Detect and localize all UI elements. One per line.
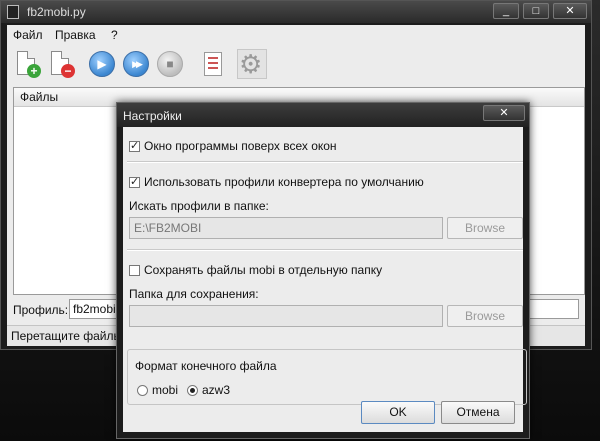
dialog-close-button[interactable]: ✕ [483,105,525,121]
fast-forward-icon: ▶▶ [123,51,149,77]
log-report-icon [204,52,222,76]
menu-help[interactable]: ? [111,28,118,42]
menu-edit[interactable]: Правка [55,28,96,42]
maximize-button[interactable]: □ [523,3,549,19]
radio-azw3[interactable] [187,384,198,396]
save-folder-input[interactable] [129,305,443,327]
ok-button[interactable]: OK [361,401,435,424]
app-icon [7,5,19,19]
save-browse-button[interactable]: Browse [447,305,523,327]
menubar: Файл Правка ? [7,25,585,45]
always-on-top-checkbox[interactable]: ✓ Окно программы поверх всех окон [129,139,337,153]
dialog-body: ✓ Окно программы поверх всех окон ✓ Испо… [123,127,527,432]
checkbox-use-default-profiles[interactable]: ✓ [129,176,140,188]
radio-mobi[interactable] [137,384,148,396]
plus-badge-icon: + [27,64,41,78]
cancel-button[interactable]: Отмена [441,401,515,424]
format-mobi-label: mobi [152,383,179,397]
format-mobi-radio[interactable]: mobi [137,383,178,397]
gear-icon: ⚙ [239,49,263,79]
settings-button[interactable]: ⚙ [237,49,267,79]
use-default-profiles-checkbox[interactable]: ✓ Использовать профили конвертера по умо… [129,175,424,189]
status-text: Перетащите файлы [11,329,123,343]
profile-label: Профиль: [13,303,69,317]
checkbox-always-on-top[interactable]: ✓ [129,140,140,152]
checkbox-save-separate[interactable] [129,264,140,276]
save-separate-label: Сохранять файлы mobi в отдельную папку [144,263,383,277]
dialog-titlebar[interactable]: Настройки ✕ [117,103,529,127]
dialog-title: Настройки [123,109,182,123]
main-titlebar[interactable]: fb2mobi.py _ □ ✕ [1,1,591,23]
convert-all-button[interactable]: ▶▶ [121,49,151,79]
menu-file[interactable]: Файл [13,28,43,42]
toolbar: + − ▶ ▶▶ ■ ⚙ [7,45,585,85]
always-on-top-label: Окно программы поверх всех окон [144,139,337,153]
save-folder-label: Папка для сохранения: [129,287,259,301]
close-button[interactable]: ✕ [553,3,587,19]
use-default-profiles-label: Использовать профили конвертера по умолч… [144,175,424,189]
stop-button[interactable]: ■ [155,49,185,79]
log-button[interactable] [197,49,227,79]
minimize-button[interactable]: _ [493,3,519,19]
add-file-button[interactable]: + [11,49,41,79]
profiles-browse-button[interactable]: Browse [447,217,523,239]
divider [127,249,523,251]
remove-file-button[interactable]: − [45,49,75,79]
start-button[interactable]: ▶ [87,49,117,79]
window-title: fb2mobi.py [27,5,86,19]
settings-dialog: Настройки ✕ ✓ Окно программы поверх всех… [116,102,530,439]
profiles-folder-label: Искать профили в папке: [129,199,269,213]
profiles-folder-input[interactable]: E:\FB2MOBI [129,217,443,239]
stop-icon: ■ [157,51,183,77]
minus-badge-icon: − [61,64,75,78]
format-azw3-label: azw3 [202,383,231,397]
files-header-label: Файлы [20,90,59,104]
save-separate-checkbox[interactable]: Сохранять файлы mobi в отдельную папку [129,263,382,277]
format-azw3-radio[interactable]: azw3 [187,383,230,397]
divider [127,161,523,163]
play-icon: ▶ [89,51,115,77]
output-format-label: Формат конечного файла [135,359,277,373]
